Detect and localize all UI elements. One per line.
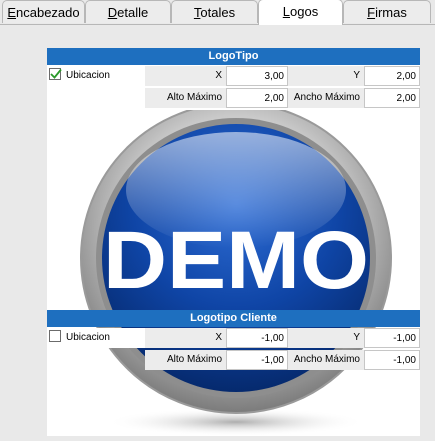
tab-firmas[interactable]: Firmas xyxy=(343,0,431,23)
cliente-ubicacion-checkbox[interactable] xyxy=(49,330,61,342)
cliente-ubicacion-label: Ubicacion xyxy=(66,332,110,343)
logotipo-alto-label: Alto Máximo xyxy=(145,88,226,108)
cliente-ubicacion-cell: Ubicacion xyxy=(47,328,145,348)
logotipo-x-label: X xyxy=(145,66,226,86)
tab-detalle[interactable]: Detalle xyxy=(85,0,171,23)
cliente-alto-input[interactable]: -1,00 xyxy=(226,350,288,370)
logotipo-ubicacion-checkbox[interactable] xyxy=(49,68,62,80)
cliente-alto-label: Alto Máximo xyxy=(145,350,226,370)
logotipo-alto-input[interactable]: 2,00 xyxy=(226,88,288,108)
checkmark-icon xyxy=(50,68,62,79)
logotipo-x-input[interactable]: 3,00 xyxy=(226,66,288,86)
cliente-ancho-label: Ancho Máximo xyxy=(288,350,364,370)
logo-preview: DEMO xyxy=(47,110,420,436)
cliente-row-position: Ubicacion X -1,00 Y -1,00 xyxy=(47,328,420,348)
cliente-ancho-input[interactable]: -1,00 xyxy=(364,350,420,370)
logotipo-row-position: Ubicacion X 3,00 Y 2,00 xyxy=(47,66,420,86)
logotipo-ubicacion-cell: Ubicacion xyxy=(47,66,145,86)
cliente-x-input[interactable]: -1,00 xyxy=(226,328,288,348)
tab-totales[interactable]: Totales xyxy=(171,0,258,23)
tab-encabezado[interactable]: Encabezado xyxy=(2,0,85,23)
logotipo-y-input[interactable]: 2,00 xyxy=(364,66,420,86)
cliente-y-input[interactable]: -1,00 xyxy=(364,328,420,348)
logos-panel: LogoTipo Ubicacion X 3,00 Y 2,00 Alto Má… xyxy=(47,48,420,436)
logotipo-header: LogoTipo xyxy=(47,48,420,65)
tab-bar: Encabezado Detalle Totales Logos Firmas xyxy=(0,0,435,25)
cliente-row-size: Alto Máximo -1,00 Ancho Máximo -1,00 xyxy=(47,350,420,370)
logotipo-y-label: Y xyxy=(288,66,364,86)
demo-logo-image: DEMO xyxy=(80,110,392,436)
logotipo-ancho-input[interactable]: 2,00 xyxy=(364,88,420,108)
logotipo-ancho-label: Ancho Máximo xyxy=(288,88,364,108)
tab-underline xyxy=(0,24,435,25)
logotipo-row-size: Alto Máximo 2,00 Ancho Máximo 2,00 xyxy=(47,88,420,108)
demo-text: DEMO xyxy=(103,215,369,306)
logotipo-ubicacion-label: Ubicacion xyxy=(66,70,110,81)
cliente-x-label: X xyxy=(145,328,226,348)
cliente-y-label: Y xyxy=(288,328,364,348)
logotipo-cliente-header: Logotipo Cliente xyxy=(47,310,420,327)
tab-logos[interactable]: Logos xyxy=(258,0,343,25)
